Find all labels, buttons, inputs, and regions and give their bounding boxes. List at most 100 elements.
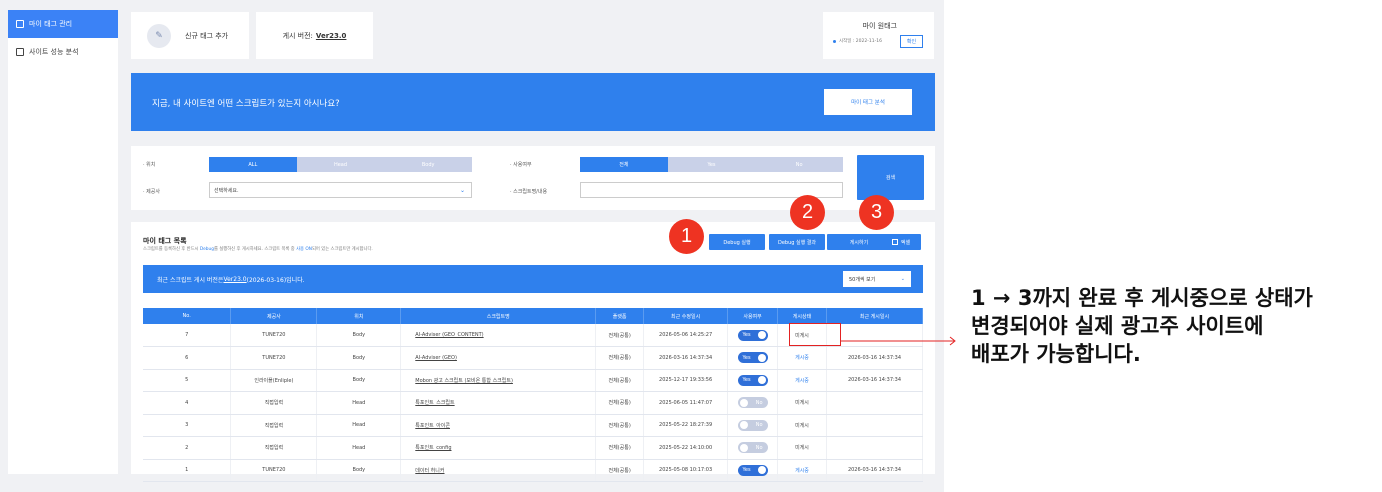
arrow-connector <box>841 340 942 342</box>
toggle-knob <box>739 421 748 429</box>
usage-toggle-label: No <box>755 444 763 451</box>
cell-modified: 2025-05-22 14:10:00 <box>643 436 729 460</box>
cell-provider: TUNE720 <box>230 346 318 370</box>
usage-toggle[interactable]: Yes <box>737 329 768 341</box>
cell-provider: TUNE720 <box>230 459 318 482</box>
column-header: 스크립트명 <box>400 308 597 324</box>
usage-toggle[interactable]: No <box>737 442 768 453</box>
cell-modified: 2026-03-16 14:37:34 <box>643 346 729 370</box>
annotation-line: 변경되어야 실제 광고주 사이트에 <box>971 314 1264 338</box>
cell-published: 2026-03-16 14:37:34 <box>826 346 924 370</box>
table-row[interactable]: 6 TUNE720 Body AI-Adviser (GEO) 전체(공통) 2026-0… <box>143 346 924 370</box>
table-row[interactable]: 4 직접입력 Head 특포인트_스크립트 전체(공통) 2025-06-05 11:47… <box>143 391 924 415</box>
cell-no: 3 <box>143 414 232 437</box>
excel-label: 엑셀 <box>900 239 911 246</box>
excel-button[interactable]: 엑셀 <box>881 234 921 250</box>
page-size-select[interactable]: 50개씩 보기 ⌄ <box>843 271 911 287</box>
tag-analysis-button[interactable]: 마이 태그 분석 <box>824 89 912 115</box>
cell-script-name[interactable]: AI-Adviser (GEO_CONTENT) <box>400 324 597 347</box>
cell-platform: 전체(공통) <box>595 414 645 437</box>
column-header: 최근 게시일시 <box>826 308 924 324</box>
search-button[interactable]: 검색 <box>857 155 924 200</box>
cell-modified: 2025-05-22 18:27:39 <box>643 414 729 437</box>
cell-provider: TUNE720 <box>230 324 318 347</box>
toggle-knob <box>739 443 748 452</box>
table-row[interactable]: 3 직접입력 Head 특포인트_아이콘 전체(공통) 2025-05-22 18:27:… <box>143 414 924 437</box>
cell-no: 6 <box>143 346 232 370</box>
add-tag-card[interactable]: ✎ 신규 태그 추가 <box>131 12 249 59</box>
cell-script-name[interactable]: 특포인트_스크립트 <box>400 391 597 415</box>
cell-status: 미게시 <box>777 414 827 437</box>
toggle-knob <box>757 466 766 475</box>
usage-option-all[interactable]: 전체 <box>580 157 668 172</box>
cell-script-name[interactable]: 특포인트_config <box>400 436 597 460</box>
cell-position: Body <box>316 324 402 347</box>
usage-option-no[interactable]: No <box>755 157 844 172</box>
version-bar: 최근 스크립트 게시 버전은 Ver23.0 (2026-03-16)입니다. … <box>143 265 923 293</box>
cell-no: 5 <box>143 369 232 392</box>
toggle-knob <box>739 398 748 407</box>
table-row[interactable]: 1 TUNE720 Body 데이터 허니커 전체(공통) 2025-05-08 10:1… <box>143 459 924 482</box>
list-description: 스크립트를 등록하신 후 반드시 Debug를 실행하신 후 게시하세요. 스크… <box>143 246 373 252</box>
cell-platform: 전체(공통) <box>595 459 645 482</box>
cell-script-name[interactable]: AI-Adviser (GEO) <box>400 346 597 370</box>
onetag-confirm-button[interactable]: 확인 <box>900 35 923 48</box>
cell-script-name[interactable]: 데이터 허니커 <box>400 459 597 482</box>
usage-toggle[interactable]: No <box>737 397 768 408</box>
cell-script-name[interactable]: Mobon 광고 스크립트 (모비온 통합 스크립트) <box>400 369 597 392</box>
add-tag-label: 신규 태그 추가 <box>185 31 229 40</box>
annotation-text: 1 → 3까지 완료 후 게시중으로 상태가 변경되어야 실제 광고주 사이트에… <box>971 284 1313 368</box>
usage-toggle[interactable]: No <box>737 419 768 431</box>
sidebar-item-site-performance[interactable]: 사이트 성능 분석 <box>8 38 118 66</box>
position-option-all[interactable]: ALL <box>209 157 297 172</box>
cell-position: Body <box>316 346 402 370</box>
column-header: 게시상태 <box>777 308 827 324</box>
debug-run-button[interactable]: Debug 실행 <box>709 234 765 250</box>
usage-toggle-label: Yes <box>742 332 751 338</box>
cell-platform: 전체(공통) <box>595 391 645 415</box>
cell-usage: Yes <box>727 459 779 482</box>
cell-platform: 전체(공통) <box>595 324 645 347</box>
step-marker-3: 3 <box>859 195 894 230</box>
usage-option-yes[interactable]: Yes <box>667 157 756 172</box>
annotation-line: 배포가 가능합니다. <box>971 342 1141 366</box>
provider-select[interactable]: 선택하세요. ⌄ <box>209 182 472 198</box>
position-option-body[interactable]: Body <box>384 157 473 172</box>
cell-usage: No <box>727 391 779 415</box>
step-marker-2: 2 <box>790 195 825 230</box>
cell-status: 게시중 <box>777 346 827 370</box>
cell-provider: 직접입력 <box>230 436 318 460</box>
promo-banner: 지금, 내 사이트엔 어떤 스크립트가 있는지 아시나요? 마이 태그 분석 <box>131 73 935 131</box>
table-row[interactable]: 5 인라이플(Enliple) Body Mobon 광고 스크립트 (모비온 통합 … <box>143 369 924 392</box>
usage-toggle[interactable]: Yes <box>737 352 768 364</box>
usage-toggle-label: No <box>755 422 763 428</box>
cell-no: 4 <box>143 391 232 415</box>
position-option-head[interactable]: Head <box>296 157 385 172</box>
cell-usage: Yes <box>727 346 779 370</box>
annotation-line: 1 → 3까지 완료 후 게시중으로 상태가 <box>971 286 1313 310</box>
edit-icon: ✎ <box>147 23 171 48</box>
cell-script-name[interactable]: 특포인트_아이콘 <box>400 414 597 437</box>
usage-label: · 사용여부 <box>510 162 532 168</box>
list-icon <box>16 20 24 28</box>
usage-toggle[interactable]: Yes <box>737 464 768 476</box>
desc-debug: Debug <box>199 247 214 252</box>
status-highlight-box <box>789 323 841 346</box>
column-header: 위치 <box>316 308 402 324</box>
cell-status: 게시중 <box>777 459 827 482</box>
cell-position: Head <box>316 436 402 460</box>
cell-no: 7 <box>143 324 232 347</box>
cell-published: 2026-03-16 14:37:34 <box>826 369 924 392</box>
version-bar-version[interactable]: Ver23.0 <box>223 276 246 283</box>
debug-result-button[interactable]: Debug 실행 결과 <box>769 234 825 250</box>
version-value[interactable]: Ver23.0 <box>316 32 347 40</box>
usage-toggle[interactable]: Yes <box>737 374 768 386</box>
column-header: No. <box>143 308 232 324</box>
tag-list-panel: 마이 태그 목록 스크립트를 등록하신 후 반드시 Debug를 실행하신 후 … <box>131 195 935 482</box>
sidebar-item-my-tag[interactable]: 마이 태그 관리 <box>8 10 118 38</box>
toggle-knob <box>757 353 766 362</box>
cell-provider: 직접입력 <box>230 414 318 437</box>
table-row[interactable]: 2 직접입력 Head 특포인트_config 전체(공통) 2025-05-22 14:… <box>143 436 924 460</box>
sidebar: 마이 태그 관리 사이트 성능 분석 <box>8 10 118 474</box>
table-header: No. 제공사 위치 스크립트명 플랫폼 최근 수정일시 사용여부 게시상태 최… <box>143 308 924 324</box>
